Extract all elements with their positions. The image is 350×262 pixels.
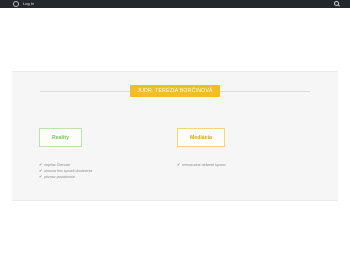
reality-button[interactable]: Reality	[39, 128, 82, 147]
mediacia-button[interactable]: Mediácia	[177, 128, 225, 147]
search-icon[interactable]	[334, 1, 339, 6]
section-title: JUDR. TERÉZIA BORČINOVÁ	[130, 85, 220, 97]
reality-feature-list: ✔ nepriaz Čtenosti ✔ ohnova frov sprosti…	[39, 162, 92, 180]
list-item: ✔ priznav povodovnie	[39, 174, 92, 180]
mediacia-feature-list: ✔ mimosudne riešenie sporov	[177, 162, 226, 168]
feature-text: priznav povodovnie	[44, 175, 75, 179]
wordpress-icon[interactable]	[13, 1, 19, 7]
admin-bar: Log in	[0, 0, 350, 8]
list-item: ✔ mimosudne riešenie sporov	[177, 162, 226, 168]
check-icon: ✔	[39, 174, 43, 179]
services-section: JUDR. TERÉZIA BORČINOVÁ Reality Mediácia…	[12, 71, 338, 201]
feature-text: mimosudne riešenie sporov	[182, 163, 226, 167]
feature-text: ohnova frov sprosti ohodnenia	[44, 169, 93, 173]
login-link[interactable]: Log in	[23, 1, 34, 7]
feature-text: nepriaz Čtenosti	[44, 163, 70, 167]
check-icon: ✔	[177, 162, 181, 167]
